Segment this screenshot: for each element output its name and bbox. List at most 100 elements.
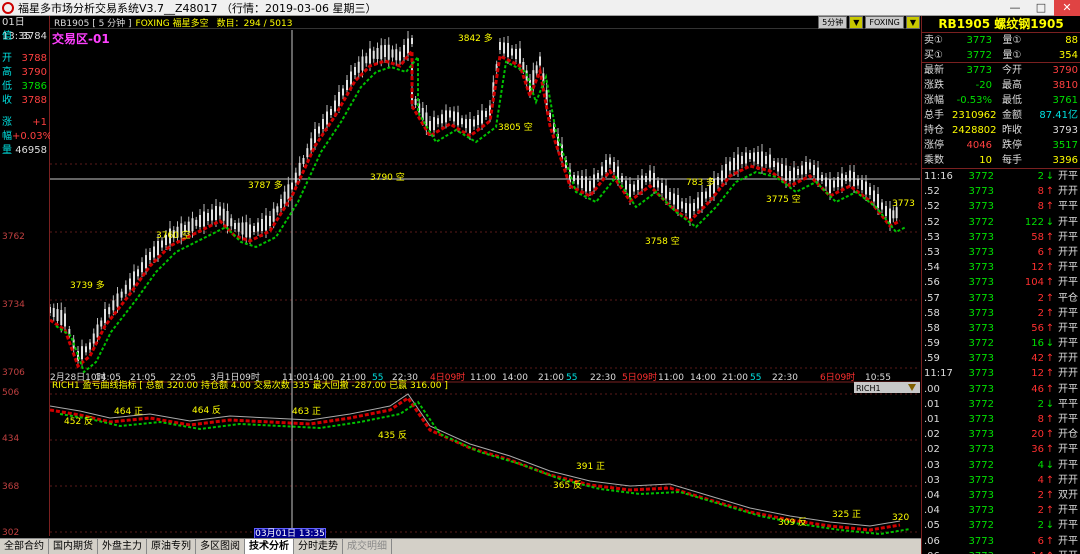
candle-body [649,170,651,182]
minimize-icon[interactable]: — [1002,0,1028,16]
tick-volume: 56 [1031,322,1044,334]
value: 3788 [21,95,47,106]
close-icon[interactable]: ✕ [1054,0,1080,16]
candle-body [469,119,471,133]
candle-body [673,193,675,205]
candle-body [85,346,87,353]
candle-body [445,110,447,123]
tick-row: .01 3773 8 ↑ 开平 [922,412,1080,427]
label: 跌停 [1002,140,1022,151]
candle-body [376,48,379,59]
signal-label: 325 正 [832,510,861,520]
candle-body [849,170,851,182]
value: 3790 [21,67,47,78]
tab-6[interactable]: 分时走势 [294,538,343,554]
arrow-down-icon: ↓ [1045,459,1055,471]
value: 3761 [1052,95,1078,106]
value: 3793 [1052,125,1078,136]
arrow-up-icon: ↑ [1045,262,1055,274]
candle-body [821,175,823,181]
trend-band-down [55,54,907,374]
signal-label: 435 反 [378,430,407,441]
quote-row: 最新 3773 今开 3790 [922,63,1080,78]
tab-3[interactable]: 原油专列 [147,538,196,554]
x-tick-label: 14:00 [690,373,716,383]
tick-row: .04 3773 2 ↑ 双开 [922,488,1080,503]
candle-body [195,219,198,226]
tick-row: .02 3773 20 ↑ 开仓 [922,427,1080,442]
candle-body [833,180,835,188]
candle-body [365,56,368,64]
candle-body [96,324,99,338]
candle-body [342,88,344,96]
app-logo-icon [2,1,14,14]
tick-price: 3773 [968,201,994,213]
candle-body [609,157,611,165]
candle-body [481,110,483,124]
candle-body [613,162,615,172]
tick-row: .52 3772 122 ↓ 开平 [922,215,1080,230]
candle-body [395,49,398,61]
candle-body [269,216,271,226]
tab-5[interactable]: 技术分析 [245,538,294,554]
arrow-up-icon: ↑ [1045,444,1055,456]
candle-body [761,151,763,167]
tab-1[interactable]: 国内期货 [49,538,98,554]
tab-0[interactable]: 全部合约 [0,538,49,554]
candle-body [199,215,201,227]
tick-price: 3773 [968,414,994,425]
x-tick-label: 55 [750,373,761,383]
tick-row: .52 3773 8 ↑ 开开 [922,184,1080,199]
tick-list[interactable]: 11:16 3772 2 ↓ 开平 .52 3773 8 ↑ 开开 .52 3773 8 ↑ 平平 .52 37… [922,169,1080,554]
value: 3773 [966,65,992,76]
candle-body [354,67,356,75]
tab-4[interactable]: 多区图阅 [196,538,245,554]
tick-row: 11:17 3773 12 ↑ 开开 [922,366,1080,381]
tick-price: 3773 [968,489,994,501]
candle-body [310,138,313,151]
chart-area[interactable]: RB1905 [ 5 分钟 ] FOXING 福星多空 数目：294 / 501… [50,16,920,536]
maximize-icon[interactable]: □ [1028,0,1054,16]
candle-body [507,43,509,57]
candle-body [318,126,320,134]
label: 涨跌 [924,80,944,91]
kline-chart[interactable]: 3739 多 3760 空 3787 多 3790 空 3842 多 3805 空 783 … [50,16,920,536]
buy-volume: 354 [1058,50,1078,61]
signal-label: 3773 [892,199,915,209]
candle-body [211,209,213,221]
tab-2[interactable]: 外盘主力 [98,538,147,554]
trend-band-up [50,46,901,369]
tick-row: .57 3773 2 ↑ 平仓 [922,291,1080,306]
tick-flag: 开平 [1058,262,1078,274]
tick-flag: 双开 [1058,489,1078,501]
arrow-up-icon: ↑ [1045,535,1055,547]
candle-body [369,48,371,64]
candle-body [873,190,875,202]
sell-price: 3773 [966,35,992,46]
tick-volume: 6 [1037,535,1044,547]
label: 昨收 [1002,125,1022,136]
tick-flag: 开平 [1058,338,1078,350]
tick-volume: 104 [1024,277,1044,289]
tab-7[interactable]: 成交明细 [343,538,392,554]
tick-volume: 6 [1037,246,1044,258]
candle-body [853,172,855,186]
y-tick: 434 [2,434,20,444]
candle-body [265,215,267,231]
signal-label: 391 正 [576,462,605,472]
candle-body [693,203,695,211]
tick-price: 3773 [968,231,994,243]
candle-body [773,161,775,167]
candle-body [357,61,360,73]
candle-body [92,333,95,344]
candle-body [237,222,240,232]
candle-body [429,121,431,131]
candle-body [753,152,755,162]
candle-body [889,208,891,224]
cursor-time-text: 01日13:35 [2,17,31,42]
value: 3784 [21,31,47,42]
y-tick: 506 [2,388,20,398]
x-tick-label: 21:00 [340,373,366,383]
signal-label: 464 正 [114,407,143,417]
tick-volume: 122 [1024,216,1044,228]
